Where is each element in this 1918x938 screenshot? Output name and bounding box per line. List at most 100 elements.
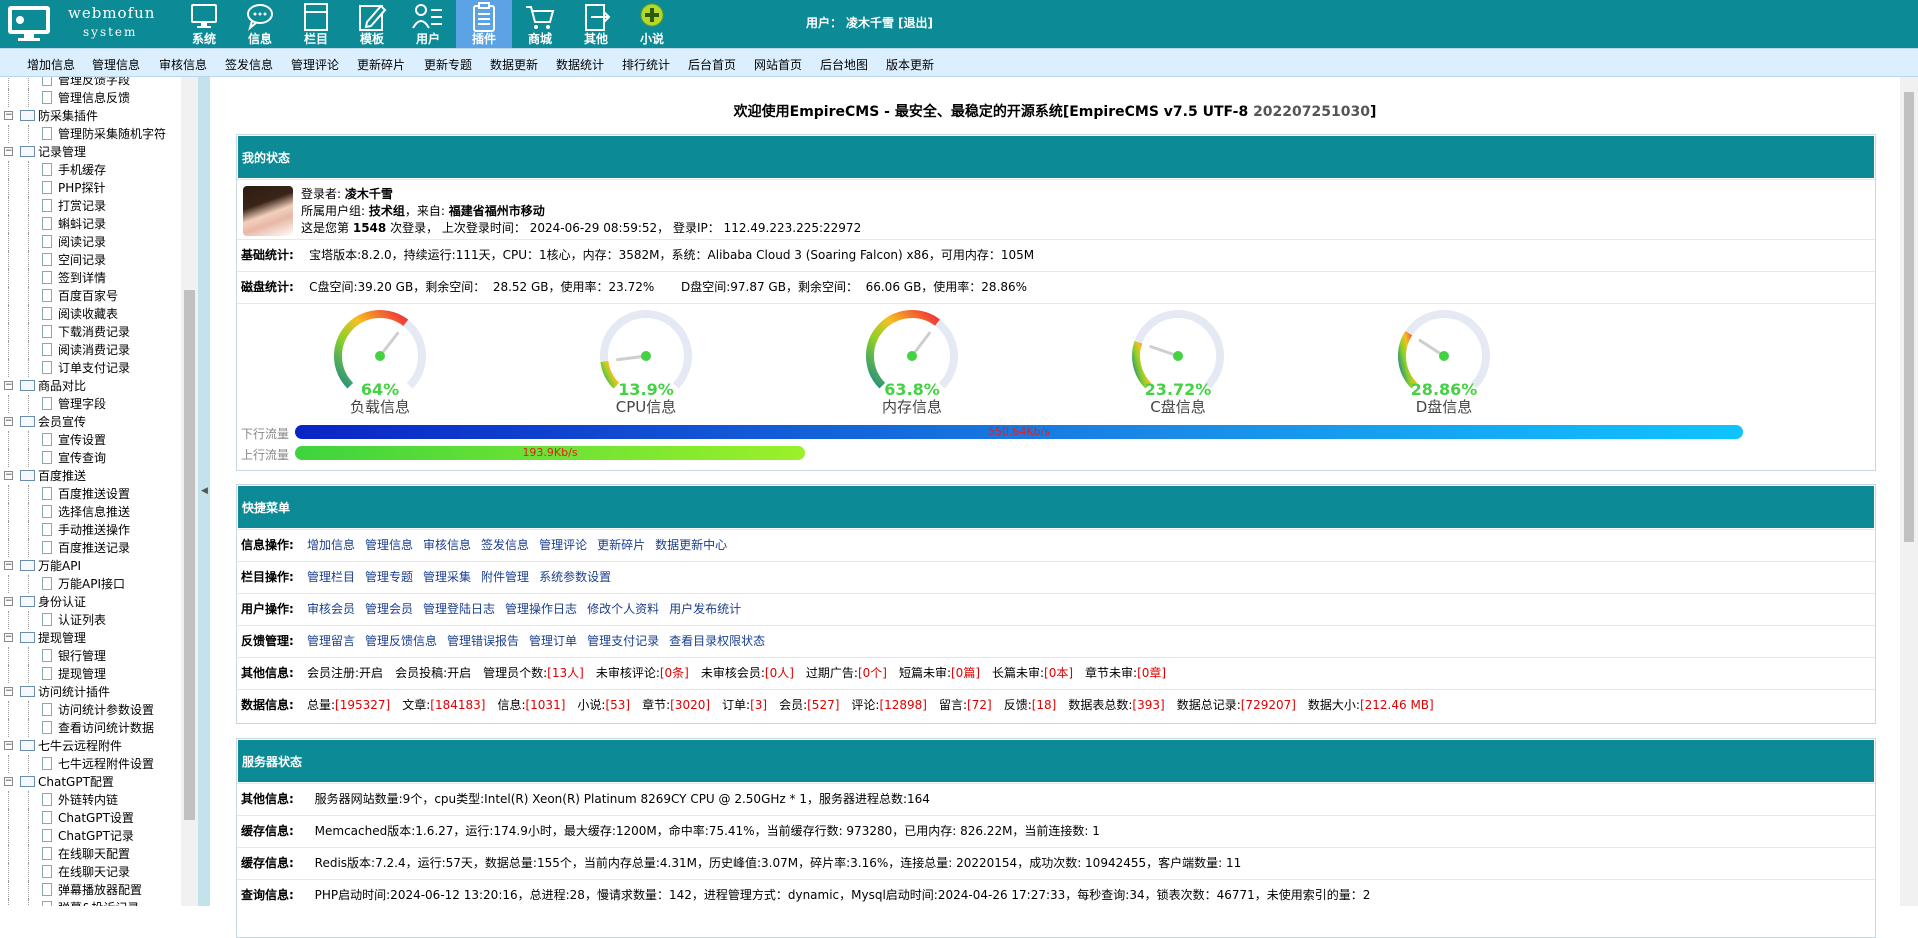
tree-group[interactable]: − 防采集插件 <box>0 107 180 125</box>
quick-link[interactable]: 管理栏目 <box>307 570 355 584</box>
tree-item[interactable]: ChatGPT记录 <box>0 827 180 845</box>
tree-item[interactable]: 阅读记录 <box>0 233 180 251</box>
quick-link[interactable]: 管理评论 <box>539 538 587 552</box>
quick-link[interactable]: 用户发布统计 <box>669 602 741 616</box>
tree-group[interactable]: − 商品对比 <box>0 377 180 395</box>
tree-group[interactable]: − 万能API <box>0 557 180 575</box>
quick-link[interactable]: 系统参数设置 <box>539 570 611 584</box>
tree-group[interactable]: − ChatGPT配置 <box>0 773 180 791</box>
collapse-toggle-icon[interactable]: − <box>4 687 13 696</box>
topnav-clipboard[interactable]: 插件 <box>456 0 512 48</box>
quick-link[interactable]: 管理登陆日志 <box>423 602 495 616</box>
topnav-logout-box[interactable]: 其他 <box>568 0 624 48</box>
main-scroll-thumb[interactable] <box>1904 92 1914 542</box>
sidebar-scroll-thumb[interactable] <box>184 290 195 820</box>
tree-item[interactable]: 百度百家号 <box>0 287 180 305</box>
quick-link[interactable]: 更新碎片 <box>597 538 645 552</box>
quick-link[interactable]: 管理反馈信息 <box>365 634 437 648</box>
quick-link[interactable]: 管理留言 <box>307 634 355 648</box>
collapse-toggle-icon[interactable]: − <box>4 741 13 750</box>
menu-item[interactable]: 增加信息 <box>27 56 75 73</box>
tree-item[interactable]: 万能API接口 <box>0 575 180 593</box>
collapse-toggle-icon[interactable]: − <box>4 381 13 390</box>
tree-item[interactable]: 手动推送操作 <box>0 521 180 539</box>
tree-item[interactable]: 签到详情 <box>0 269 180 287</box>
topnav-chat-bubble[interactable]: 信息 <box>232 0 288 48</box>
tree-item[interactable]: 弹幕播放器配置 <box>0 881 180 899</box>
menu-item[interactable]: 网站首页 <box>754 56 802 73</box>
menu-item[interactable]: 更新专题 <box>424 56 472 73</box>
tree-group[interactable]: − 会员宣传 <box>0 413 180 431</box>
tree-item[interactable]: ChatGPT设置 <box>0 809 180 827</box>
tree-group[interactable]: − 百度推送 <box>0 467 180 485</box>
quick-link[interactable]: 管理订单 <box>529 634 577 648</box>
collapse-toggle-icon[interactable]: − <box>4 777 13 786</box>
quick-link[interactable]: 审核信息 <box>423 538 471 552</box>
topnav-monitor[interactable]: 系统 <box>176 0 232 48</box>
quick-link[interactable]: 签发信息 <box>481 538 529 552</box>
menu-item[interactable]: 后台地图 <box>820 56 868 73</box>
tree-group[interactable]: − 身份认证 <box>0 593 180 611</box>
collapse-toggle-icon[interactable]: − <box>4 147 13 156</box>
quick-link[interactable]: 修改个人资料 <box>587 602 659 616</box>
tree-group[interactable]: − 记录管理 <box>0 143 180 161</box>
tree-item[interactable]: 弹幕&投诉记录 <box>0 899 180 906</box>
tree-item[interactable]: 百度推送设置 <box>0 485 180 503</box>
tree-item[interactable]: 管理反馈字段 <box>0 77 180 89</box>
user-name[interactable]: 凌木千雪 <box>846 16 894 30</box>
tree-item[interactable]: 在线聊天配置 <box>0 845 180 863</box>
tree-item[interactable]: 管理字段 <box>0 395 180 413</box>
quick-link[interactable]: 附件管理 <box>481 570 529 584</box>
tree-item[interactable]: 提现管理 <box>0 665 180 683</box>
tree-item[interactable]: 管理防采集随机字符 <box>0 125 180 143</box>
collapse-toggle-icon[interactable]: − <box>4 561 13 570</box>
tree-item[interactable]: 手机缓存 <box>0 161 180 179</box>
tree-item[interactable]: 订单支付记录 <box>0 359 180 377</box>
topnav-user-list[interactable]: 用户 <box>400 0 456 48</box>
tree-group[interactable]: − 提现管理 <box>0 629 180 647</box>
menu-item[interactable]: 版本更新 <box>886 56 934 73</box>
menu-item[interactable]: 审核信息 <box>159 56 207 73</box>
quick-link[interactable]: 审核会员 <box>307 602 355 616</box>
quick-link[interactable]: 查看目录权限状态 <box>669 634 765 648</box>
tree-item[interactable]: 阅读消费记录 <box>0 341 180 359</box>
quick-link[interactable]: 管理支付记录 <box>587 634 659 648</box>
quick-link[interactable]: 管理操作日志 <box>505 602 577 616</box>
menu-item[interactable]: 后台首页 <box>688 56 736 73</box>
tree-item[interactable]: 在线聊天记录 <box>0 863 180 881</box>
tree-group[interactable]: − 访问统计插件 <box>0 683 180 701</box>
tree-item[interactable]: PHP探针 <box>0 179 180 197</box>
quick-link[interactable]: 管理采集 <box>423 570 471 584</box>
quick-link[interactable]: 增加信息 <box>307 538 355 552</box>
quick-link[interactable]: 管理会员 <box>365 602 413 616</box>
menu-item[interactable]: 管理信息 <box>92 56 140 73</box>
quick-link[interactable]: 管理信息 <box>365 538 413 552</box>
tree-item[interactable]: 百度推送记录 <box>0 539 180 557</box>
collapse-toggle-icon[interactable]: − <box>4 111 13 120</box>
menu-item[interactable]: 管理评论 <box>291 56 339 73</box>
tree-item[interactable]: 七牛远程附件设置 <box>0 755 180 773</box>
topnav-layout[interactable]: 栏目 <box>288 0 344 48</box>
collapse-arrow-icon[interactable]: ◀ <box>201 486 208 496</box>
collapse-toggle-icon[interactable]: − <box>4 597 13 606</box>
quick-link[interactable]: 数据更新中心 <box>655 538 727 552</box>
topnav-cart[interactable]: 商城 <box>512 0 568 48</box>
quick-link[interactable]: 管理错误报告 <box>447 634 519 648</box>
tree-item[interactable]: 下载消费记录 <box>0 323 180 341</box>
collapse-toggle-icon[interactable]: − <box>4 471 13 480</box>
topnav-pencil-edit[interactable]: 模板 <box>344 0 400 48</box>
tree-item[interactable]: 认证列表 <box>0 611 180 629</box>
tree-item[interactable]: 蝌蚪记录 <box>0 215 180 233</box>
quick-link[interactable]: 管理专题 <box>365 570 413 584</box>
tree-item[interactable]: 打赏记录 <box>0 197 180 215</box>
tree-item[interactable]: 空间记录 <box>0 251 180 269</box>
collapse-toggle-icon[interactable]: − <box>4 417 13 426</box>
tree-item[interactable]: 宣传设置 <box>0 431 180 449</box>
tree-item[interactable]: 查看访问统计数据 <box>0 719 180 737</box>
tree-item[interactable]: 外链转内链 <box>0 791 180 809</box>
tree-item[interactable]: 银行管理 <box>0 647 180 665</box>
tree-group[interactable]: − 七牛云远程附件 <box>0 737 180 755</box>
topnav-plus-circle[interactable]: 小说 <box>624 0 680 48</box>
logout-link[interactable]: [退出] <box>898 16 933 30</box>
tree-item[interactable]: 阅读收藏表 <box>0 305 180 323</box>
